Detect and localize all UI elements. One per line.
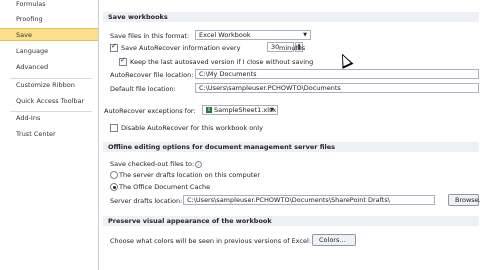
file-format-dropdown[interactable]: Excel Workbook ▼ [195, 30, 311, 40]
minutes-label: minutes [279, 44, 306, 52]
default-location-value: C:\Users\sampleuser.PCHOWTO\Documents [199, 84, 341, 92]
server-drafts-label: The server drafts location on this compu… [119, 171, 261, 179]
preserve-appearance-header: Preserve visual appearance of the workbo… [103, 216, 479, 226]
server-drafts-location-value: C:\Users\sampleuser.PCHOWTO\Documents\Sh… [187, 196, 390, 204]
exception-workbook-value: SampleSheet1.xlsx [214, 106, 277, 114]
sidebar-item-quick-access-toolbar[interactable]: Quick Access Toolbar [0, 95, 98, 108]
sidebar-item-save[interactable]: Save [0, 28, 98, 41]
offline-editing-header: Offline editing options for document man… [103, 142, 479, 152]
default-location-input[interactable]: C:\Users\sampleuser.PCHOWTO\Documents [195, 83, 479, 93]
sidebar-item-label: Language [16, 47, 49, 55]
autorecover-location-value: C:\My Documents [199, 70, 257, 78]
office-cache-label: The Office Document Cache [119, 183, 211, 191]
disable-autorecover-checkbox[interactable] [110, 124, 118, 132]
save-options-panel: Save workbooks Save files in this format… [99, 0, 480, 270]
exception-workbook-dropdown[interactable]: X SampleSheet1.xlsx ▼ [202, 105, 278, 115]
sidebar-item-label: Trust Center [16, 130, 56, 138]
sidebar-item-language[interactable]: Language [0, 45, 98, 58]
autorecover-location-input[interactable]: C:\My Documents [195, 69, 479, 79]
sidebar-item-label: Customize Ribbon [16, 81, 75, 89]
disable-autorecover-label: Disable AutoRecover for this workbook on… [121, 124, 263, 132]
browse-button[interactable]: Browse... [448, 194, 480, 206]
save-checked-out-text: Save checked-out files to: [110, 160, 195, 168]
sidebar-item-formulas[interactable]: Formulas [0, 0, 98, 11]
sidebar-item-label: Save [16, 31, 32, 39]
save-workbooks-header: Save workbooks [103, 12, 479, 22]
autorecover-exceptions-label: AutoRecover exceptions for: [104, 107, 196, 115]
sidebar-item-trust-center[interactable]: Trust Center [0, 128, 98, 141]
chevron-down-icon: ▼ [270, 107, 274, 113]
autorecover-checkbox[interactable] [110, 42, 118, 52]
chevron-down-icon: ▼ [303, 32, 307, 38]
server-drafts-location-input[interactable]: C:\Users\sampleuser.PCHOWTO\Documents\Sh… [183, 195, 435, 205]
options-sidebar: Formulas Proofing Save Language Advanced… [0, 0, 99, 270]
sidebar-item-label: Proofing [16, 15, 43, 23]
server-drafts-radio[interactable] [110, 171, 118, 179]
sidebar-item-customize-ribbon[interactable]: Customize Ribbon [0, 79, 98, 92]
sidebar-item-label: Add-Ins [16, 114, 41, 122]
sidebar-item-label: Formulas [16, 0, 46, 8]
office-cache-radio[interactable] [110, 183, 118, 191]
info-icon: i [195, 160, 203, 168]
file-format-label: Save files in this format: [110, 32, 190, 40]
default-location-label: Default file location: [110, 85, 176, 93]
keep-last-autosaved-checkbox[interactable] [119, 56, 127, 66]
server-drafts-location-label: Server drafts location: [110, 197, 183, 205]
colors-button[interactable]: Colors... [312, 234, 356, 246]
autorecover-location-label: AutoRecover file location: [110, 71, 194, 79]
excel-file-icon: X [206, 107, 212, 113]
sidebar-item-advanced[interactable]: Advanced [0, 61, 98, 74]
colors-question-text: Choose what colors will be seen in previ… [110, 237, 311, 245]
save-checked-out-label: Save checked-out files to: i [110, 160, 203, 168]
sidebar-item-proofing[interactable]: Proofing [0, 13, 98, 26]
colors-question-label: Choose what colors will be seen in previ… [110, 237, 319, 245]
file-format-value: Excel Workbook [199, 31, 251, 39]
autorecover-label: Save AutoRecover information every [121, 44, 241, 52]
keep-last-autosaved-label: Keep the last autosaved version if I clo… [130, 58, 314, 66]
sidebar-item-label: Quick Access Toolbar [16, 97, 85, 105]
sidebar-item-label: Advanced [16, 63, 49, 71]
sidebar-item-add-ins[interactable]: Add-Ins [0, 112, 98, 125]
